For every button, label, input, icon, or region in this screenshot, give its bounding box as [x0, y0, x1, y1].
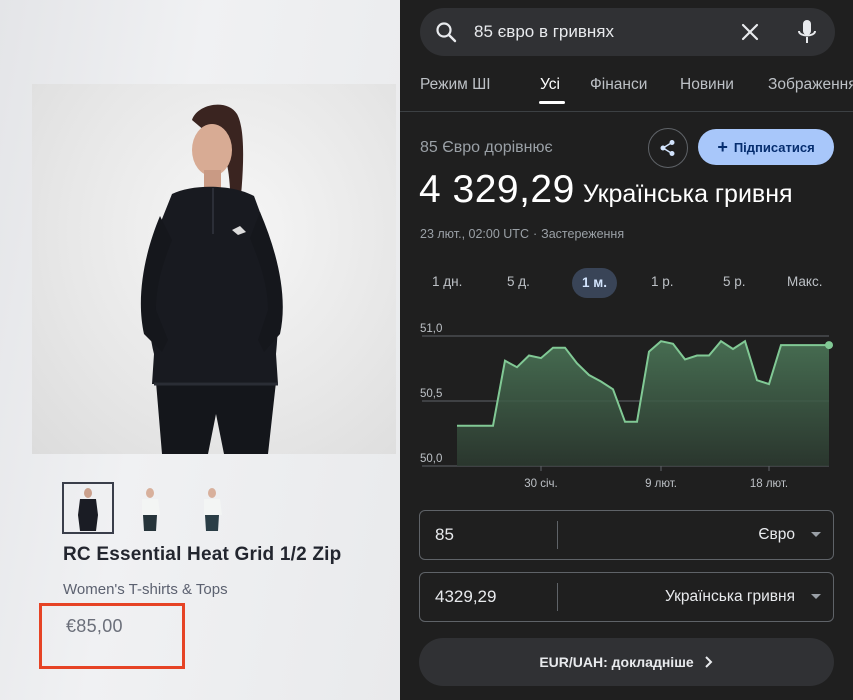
data-point — [456, 425, 458, 427]
y-tick-label: 50,0 — [420, 453, 442, 465]
data-point — [540, 357, 542, 359]
tab-news[interactable]: Новини — [680, 76, 734, 94]
product-photo-panel: RC Essential Heat Grid 1/2 Zip Women's T… — [0, 0, 400, 700]
data-point — [708, 355, 710, 357]
thumbnail-2[interactable] — [124, 482, 176, 534]
y-tick-label: 51,0 — [420, 323, 442, 335]
data-point — [480, 425, 482, 427]
data-point — [744, 340, 746, 342]
data-point — [564, 347, 566, 349]
y-tick-label: 50,5 — [420, 388, 442, 400]
data-point — [780, 344, 782, 346]
range-1m[interactable]: 1 м. — [572, 268, 617, 298]
range-1d[interactable]: 1 дн. — [432, 274, 462, 289]
result-currency: Українська гривня — [582, 180, 793, 208]
data-point — [804, 344, 806, 346]
data-point — [648, 351, 650, 353]
from-currency-select[interactable]: Євро — [758, 526, 795, 544]
data-point — [768, 383, 770, 385]
tab-all[interactable]: Усі — [540, 76, 560, 94]
data-point — [528, 355, 530, 357]
data-point — [816, 344, 818, 346]
details-button[interactable]: EUR/UAH: докладніше — [419, 638, 834, 686]
search-results-panel: 85 євро в гривнях Режим ШІ Усі Фінанси Н… — [400, 0, 853, 700]
divider — [400, 111, 853, 112]
data-point — [684, 358, 686, 360]
range-5d[interactable]: 5 д. — [507, 274, 530, 289]
data-point — [468, 425, 470, 427]
mic-icon[interactable] — [795, 18, 819, 46]
chevron-right-icon — [704, 656, 713, 668]
data-point — [600, 381, 602, 383]
data-point — [672, 343, 674, 345]
product-category[interactable]: Women's T-shirts & Tops — [63, 581, 228, 598]
timestamp: 23 лют., 02:00 UTC — [420, 227, 529, 241]
data-point — [552, 347, 554, 349]
to-currency-select[interactable]: Українська гривня — [665, 588, 795, 606]
data-point — [636, 421, 638, 423]
share-icon — [660, 140, 675, 156]
data-point — [732, 348, 734, 350]
x-tick-label: 9 лют. — [645, 478, 677, 490]
data-point — [720, 340, 722, 342]
subscribe-label: Підписатися — [733, 139, 815, 155]
data-point — [756, 379, 758, 381]
data-point — [624, 421, 626, 423]
time-range-selector: 1 дн. 5 д. 1 м. 1 р. 5 р. Макс. — [420, 268, 835, 300]
data-point — [504, 360, 506, 362]
data-point — [492, 425, 494, 427]
price-highlight-box — [39, 603, 185, 669]
data-point — [612, 388, 614, 390]
to-amount-input[interactable]: 4329,29 — [435, 587, 496, 607]
close-icon[interactable] — [738, 20, 762, 44]
thumbnail-1[interactable] — [62, 482, 114, 534]
details-label: EUR/UAH: докладніше — [539, 654, 694, 670]
tab-finance[interactable]: Фінанси — [590, 76, 647, 94]
data-point — [696, 355, 698, 357]
data-point — [516, 366, 518, 368]
search-tabs: Режим ШІ Усі Фінанси Новини Зображення — [420, 70, 853, 104]
share-button[interactable] — [648, 128, 688, 168]
search-bar[interactable]: 85 євро в гривнях — [420, 8, 835, 56]
thumbnail-3[interactable] — [186, 482, 238, 534]
timestamp-line: 23 лют., 02:00 UTC · Застереження — [420, 227, 625, 241]
subscribe-button[interactable]: + Підписатися — [698, 129, 834, 165]
tab-images[interactable]: Зображення — [768, 76, 853, 94]
thumbnail-strip — [62, 482, 238, 534]
series-area — [457, 341, 829, 466]
x-tick-label: 30 січ. — [524, 478, 557, 490]
caret-down-icon[interactable] — [811, 594, 821, 599]
range-1y[interactable]: 1 р. — [651, 274, 674, 289]
product-image — [32, 84, 396, 454]
divider — [557, 521, 558, 549]
range-max[interactable]: Макс. — [787, 274, 822, 289]
equals-label: 85 Євро дорівнює — [420, 139, 553, 156]
range-5y[interactable]: 5 р. — [723, 274, 746, 289]
divider — [557, 583, 558, 611]
result-value: 4 329,29 — [419, 168, 575, 211]
caret-down-icon[interactable] — [811, 532, 821, 537]
data-point — [660, 340, 662, 342]
product-title[interactable]: RC Essential Heat Grid 1/2 Zip — [63, 544, 341, 566]
from-amount-box[interactable]: 85 Євро — [419, 510, 834, 560]
search-icon[interactable] — [434, 20, 458, 44]
plus-icon: + — [717, 137, 728, 157]
data-point — [576, 362, 578, 364]
conversion-result: 4 329,29 Українська гривня — [419, 168, 793, 212]
disclaimer-link[interactable]: Застереження — [541, 227, 624, 241]
current-value-dot — [825, 341, 833, 350]
search-input[interactable]: 85 євро в гривнях — [474, 22, 614, 42]
to-amount-box[interactable]: 4329,29 Українська гривня — [419, 572, 834, 622]
from-amount-input[interactable]: 85 — [435, 525, 454, 545]
x-tick-label: 18 лют. — [750, 478, 788, 490]
data-point — [792, 344, 794, 346]
tab-ai-mode[interactable]: Режим ШІ — [420, 76, 491, 94]
exchange-rate-chart[interactable]: 51,0 50,5 50,0 30 січ. 9 лют. 18 лют. — [400, 318, 853, 498]
active-tab-indicator — [539, 101, 565, 104]
data-point — [588, 374, 590, 376]
